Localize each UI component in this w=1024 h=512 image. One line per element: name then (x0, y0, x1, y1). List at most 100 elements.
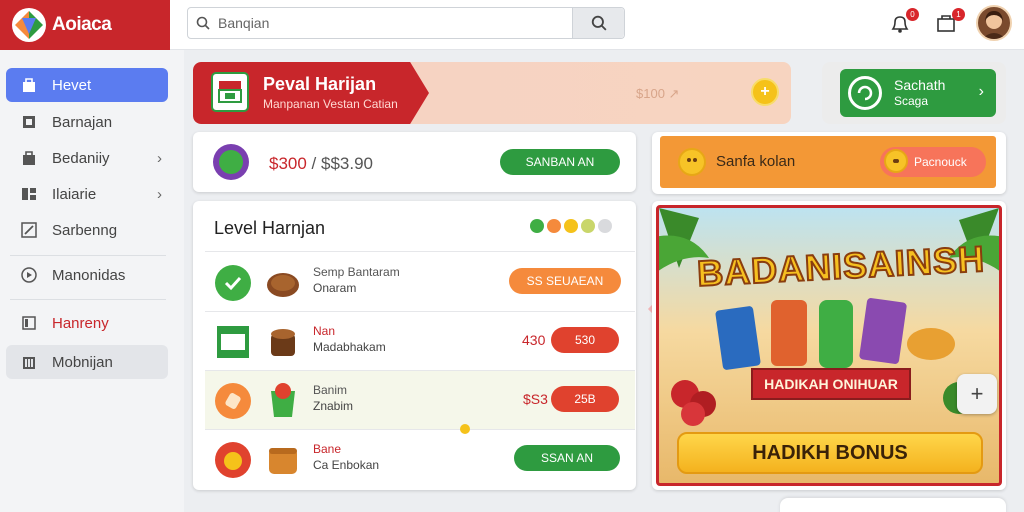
row-divider (205, 251, 635, 252)
search-bar (187, 7, 625, 39)
sidebar-item-barnajan[interactable]: Barnajan (6, 105, 168, 139)
item-title: Bane (313, 442, 342, 456)
food-icon (265, 263, 301, 301)
check-icon (215, 265, 251, 301)
bag-icon (20, 149, 38, 167)
price-separator: / (306, 154, 321, 173)
play-icon (20, 266, 38, 284)
sidebar-divider (10, 255, 166, 256)
game-card: BADANISAINSH HADIKAH ONIHUAR HADIKH BONU… (652, 201, 1006, 490)
banner-price: $100 ↗ (636, 86, 680, 101)
promo-card: Sanfa kolan Pacnouck (652, 132, 1006, 194)
search-action-sublabel: Scaga (894, 94, 929, 108)
food-icon (265, 322, 301, 360)
avatar[interactable] (976, 5, 1012, 41)
refresh-icon (848, 76, 882, 110)
building-icon (20, 353, 38, 371)
banner-subtitle: Manpanan Vestan Catian (263, 97, 398, 111)
bag-icon (20, 76, 38, 94)
leaf-icon (213, 144, 249, 180)
game-ribbon: HADIKAH ONIHUAR (751, 368, 911, 400)
add-button[interactable]: + (957, 374, 997, 414)
item-amount: 430 (522, 332, 546, 348)
promo-text: Sanfa kolan (716, 153, 796, 170)
promo-button-label: Pacnouck (914, 155, 967, 169)
item-subtitle: Madabhakam (313, 340, 386, 354)
item-subtitle: Ca Enbokan (313, 458, 380, 472)
promo-button[interactable]: Pacnouck (880, 147, 986, 177)
logo-text: Aoiaca (52, 14, 112, 35)
search-input[interactable] (218, 15, 568, 31)
cart-button[interactable]: 1 (935, 8, 965, 36)
price-action-button[interactable]: SANBAN AN (500, 149, 620, 175)
item-action-button[interactable]: SS SEUAEAN (509, 268, 621, 294)
progress-dot (530, 219, 544, 233)
sidebar-item-bedaniiy[interactable]: Bedaniiy › (6, 141, 168, 175)
sidebar-item-mobnijan[interactable]: Mobnijan (6, 345, 168, 379)
sidebar-item-label: Sarbenng (52, 221, 118, 239)
sidebar-item-label: Mobnijan (52, 353, 113, 371)
search-action-label: Sachath (894, 77, 946, 93)
food-icon (265, 381, 301, 419)
list-item[interactable]: Bane Ca Enbokan SSAN AN (205, 430, 635, 488)
level-card: Level Harnjan Semp Bantaram Onaram SS SE… (193, 201, 636, 490)
item-subtitle: Znabim (313, 399, 354, 413)
item-action-button[interactable]: 530 (551, 327, 619, 353)
search-button[interactable] (572, 8, 624, 38)
sidebar-item-hevet[interactable]: Hevet (6, 68, 168, 102)
logo[interactable]: Aoiaca (0, 0, 170, 50)
sidebar-item-label: Manonidas (52, 266, 126, 284)
banner-title: Peval Harijan (263, 74, 377, 94)
list-item[interactable]: Banim Znabim $S3 25B (205, 371, 635, 429)
coin-icon (460, 424, 470, 434)
notification-badge: 0 (906, 8, 919, 21)
search-icon (188, 8, 218, 38)
item-amount: $S3 (523, 391, 548, 407)
level-progress-dots (530, 219, 612, 233)
item-action-label: 25B (574, 392, 596, 406)
logo-icon (12, 8, 46, 42)
item-action-label: SSAN AN (540, 451, 594, 465)
store-icon (215, 324, 251, 360)
list-item[interactable]: Nan Madabhakam 430 530 (205, 312, 635, 370)
game-banner-image[interactable]: BADANISAINSH HADIKAH ONIHUAR HADIKH BONU… (656, 205, 1002, 486)
bottom-card-stub (780, 498, 1006, 512)
sidebar-item-ilaiarie[interactable]: Ilaiarie › (6, 177, 168, 211)
item-title: Banim (313, 383, 348, 397)
smiley-icon (678, 148, 706, 176)
item-action-label: 530 (574, 333, 596, 347)
sidebar: Hevet Barnajan Bedaniiy › Ilaiarie › Sar… (0, 50, 184, 512)
sidebar-item-label: Hanreny (52, 314, 109, 332)
progress-dot (547, 219, 561, 233)
price-display: $300 / $$3.90 (269, 154, 373, 174)
square-icon (20, 113, 38, 131)
top-bar: Aoiaca 0 1 (0, 0, 1024, 50)
price-card: $300 / $$3.90 SANBAN AN (193, 132, 636, 192)
sidebar-item-label: Barnajan (52, 113, 113, 131)
grid-icon (20, 185, 38, 203)
coin-icon[interactable]: + (751, 78, 779, 106)
search-card: Sachath Scaga › (822, 62, 1006, 124)
price-alt-value: $$3.90 (321, 154, 373, 173)
item-action-label: SS SEUAEAN (526, 274, 604, 288)
hero-banner[interactable]: Peval Harijan Manpanan Vestan Catian $10… (193, 62, 791, 124)
bonus-button[interactable]: HADIKH BONUS (677, 432, 983, 474)
sidebar-item-label: Bedaniiy (52, 149, 110, 167)
item-action-button[interactable]: SSAN AN (514, 445, 620, 471)
price-value: $300 (269, 154, 307, 173)
price-action-label: SANBAN AN (525, 155, 595, 169)
chevron-right-icon: › (157, 185, 162, 203)
list-item[interactable]: Semp Bantaram Onaram SS SEUAEAN (205, 253, 635, 311)
sidebar-item-manonidas[interactable]: Manonidas (6, 258, 168, 292)
sidebar-item-sarbenng[interactable]: Sarbenng (6, 213, 168, 247)
orange-badge-icon (215, 383, 251, 419)
promo-strip[interactable]: Sanfa kolan Pacnouck (660, 136, 996, 188)
cart-badge: 1 (952, 8, 965, 21)
notification-button[interactable]: 0 (889, 8, 919, 36)
item-subtitle: Onaram (313, 281, 357, 295)
sidebar-item-label: Ilaiarie (52, 185, 97, 203)
search-action-button[interactable]: Sachath Scaga › (840, 69, 996, 117)
sidebar-item-hanreny[interactable]: Hanreny (6, 306, 168, 340)
edit-icon (20, 221, 38, 239)
item-action-button[interactable]: 25B (551, 386, 619, 412)
